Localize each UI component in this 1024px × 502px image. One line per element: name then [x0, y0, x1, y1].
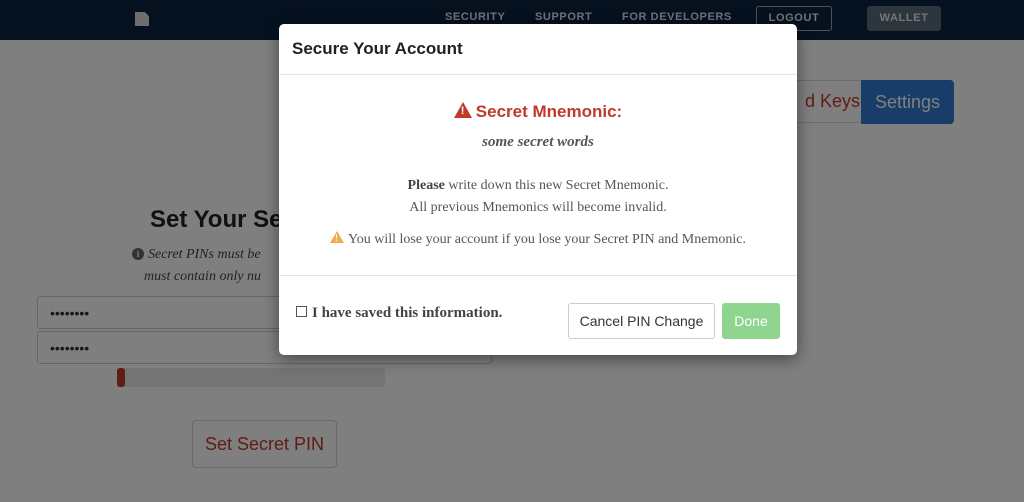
mnemonic-words: some secret words [482, 134, 594, 150]
warning-small-icon [330, 231, 345, 243]
instruction-bold: Please [407, 178, 445, 193]
cancel-pin-change-button[interactable]: Cancel PIN Change [568, 303, 715, 339]
saved-info-label[interactable]: I have saved this information. [312, 305, 502, 322]
modal-title: Secure Your Account [292, 39, 463, 58]
instruction-line1: Please write down this new Secret Mnemon… [279, 178, 797, 194]
warning-icon [453, 102, 472, 118]
modal-header: Secure Your Account [279, 24, 797, 75]
done-button[interactable]: Done [722, 303, 780, 339]
instruction-line2: All previous Mnemonics will become inval… [409, 200, 667, 215]
mnemonic-heading-text: Secret Mnemonic: [475, 102, 623, 121]
account-loss-warning: You will lose your account if you lose y… [279, 231, 797, 248]
mnemonic-heading: Secret Mnemonic: [279, 102, 797, 122]
instruction-rest: write down this new Secret Mnemonic. [444, 178, 669, 193]
modal-footer: I have saved this information. Cancel PI… [279, 275, 797, 355]
saved-info-checkbox[interactable] [296, 306, 307, 317]
warning-text: You will lose your account if you lose y… [348, 232, 746, 247]
secure-account-modal: Secure Your Account Secret Mnemonic: som… [279, 24, 797, 355]
